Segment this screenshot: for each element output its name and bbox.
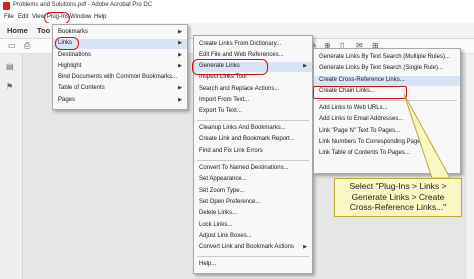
links-item-convert-actions[interactable]: Convert Link and Bookmark Actions ▶ bbox=[194, 243, 312, 253]
links-item-cleanup[interactable]: Cleanup Links And Bookmarks... bbox=[194, 124, 312, 134]
menu-item-label: Add Links to Web URLs... bbox=[319, 105, 388, 111]
menu-item-label: Pages bbox=[58, 97, 76, 103]
pdf-icon bbox=[3, 2, 10, 10]
menu-file[interactable]: File bbox=[4, 14, 14, 20]
title-bar: Problems and Solutions.pdf - Adobe Acrob… bbox=[0, 0, 474, 12]
menu-item-label: Highlight bbox=[58, 63, 82, 69]
print-icon[interactable]: ⎙ bbox=[24, 41, 30, 51]
menu-item-label: Generate Links By Text Search (Multiple … bbox=[319, 54, 450, 60]
tools-tab[interactable]: Too bbox=[37, 26, 50, 35]
menu-item-label: Convert To Named Destinations... bbox=[199, 165, 289, 171]
menu-item-label: Import From Text... bbox=[199, 97, 250, 103]
links-item-help[interactable]: Help... bbox=[194, 260, 312, 270]
plugins-menu-item-highlight[interactable]: Highlight ▶ bbox=[53, 62, 187, 72]
menu-item-label: Convert Link and Bookmark Actions bbox=[199, 244, 295, 250]
menu-item-label: Bookmarks bbox=[58, 29, 89, 35]
links-item-convert-named-destinations[interactable]: Convert To Named Destinations... bbox=[194, 164, 312, 174]
links-item-find-fix-errors[interactable]: Find and Fix Link Errors bbox=[194, 147, 312, 157]
links-item-import-from-text[interactable]: Import From Text... bbox=[194, 96, 312, 106]
menu-item-label: Set Appearance... bbox=[199, 176, 247, 182]
menu-item-label: Table of Contents bbox=[58, 85, 105, 91]
generate-item-multiple-rules[interactable]: Generate Links By Text Search (Multiple … bbox=[314, 53, 460, 63]
submenu-arrow-icon: ▶ bbox=[178, 40, 182, 46]
menu-item-label: Delete Links... bbox=[199, 210, 238, 216]
menu-view[interactable]: View bbox=[32, 14, 45, 20]
submenu-arrow-icon: ▶ bbox=[178, 29, 182, 35]
submenu-arrow-icon: ▶ bbox=[303, 63, 307, 69]
menu-item-label: Export To Text... bbox=[199, 108, 242, 114]
generate-links-annotation-circle bbox=[192, 59, 268, 75]
menu-item-label: Set Zoom Type... bbox=[199, 188, 245, 194]
submenu-arrow-icon: ▶ bbox=[178, 85, 182, 91]
menu-item-label: Bind Documents with Common Bookmarks... bbox=[58, 74, 178, 80]
menu-separator bbox=[197, 160, 309, 161]
submenu-arrow-icon: ▶ bbox=[178, 97, 182, 103]
plugins-menu-item-table-of-contents[interactable]: Table of Contents ▶ bbox=[53, 84, 187, 94]
generate-item-cross-reference-links[interactable]: Create Cross-Reference Links... bbox=[314, 76, 460, 86]
menu-item-label: Set Open Preference... bbox=[199, 199, 261, 205]
submenu-arrow-icon: ▶ bbox=[178, 63, 182, 69]
menu-item-label: Destinations bbox=[58, 52, 92, 58]
window-title: Problems and Solutions.pdf - Adobe Acrob… bbox=[13, 2, 153, 8]
menu-item-label: Generate Links By Text Search (Single Ru… bbox=[319, 65, 443, 71]
menu-item-label: Adjust Link Boxes... bbox=[199, 233, 252, 239]
menu-item-label: Edit File and Web References... bbox=[199, 52, 284, 58]
menu-bar: File Edit View Plug-Ins Window Help bbox=[0, 12, 474, 23]
submenu-arrow-icon: ▶ bbox=[303, 244, 307, 250]
links-item-export-to-text[interactable]: Export To Text... bbox=[194, 107, 312, 117]
menu-help[interactable]: Help bbox=[94, 14, 106, 20]
links-annotation-circle bbox=[55, 37, 79, 50]
plugins-menu-item-destinations[interactable]: Destinations ▶ bbox=[53, 51, 187, 61]
links-item-set-open-preference[interactable]: Set Open Preference... bbox=[194, 198, 312, 208]
links-item-set-zoom-type[interactable]: Set Zoom Type... bbox=[194, 187, 312, 197]
menu-edit[interactable]: Edit bbox=[18, 14, 28, 20]
plugins-menu-item-bind-documents[interactable]: Bind Documents with Common Bookmarks... bbox=[53, 73, 187, 83]
menu-separator bbox=[197, 120, 309, 121]
menu-separator bbox=[197, 256, 309, 257]
callout-text: Select "Plug-Ins > Links > Generate Link… bbox=[349, 181, 447, 212]
left-navigation-panel: ▤ ⚑ bbox=[0, 54, 23, 279]
links-item-create-from-dictionary[interactable]: Create Links From Dictionary... bbox=[194, 40, 312, 50]
menu-item-label: Create Cross-Reference Links... bbox=[319, 77, 405, 83]
links-item-set-appearance[interactable]: Set Appearance... bbox=[194, 175, 312, 185]
page-thumbnails-icon[interactable]: ▤ bbox=[6, 62, 14, 71]
links-item-report[interactable]: Create Link and Bookmark Report... bbox=[194, 135, 312, 145]
instruction-callout: Select "Plug-Ins > Links > Generate Link… bbox=[334, 178, 462, 217]
generate-item-single-rule[interactable]: Generate Links By Text Search (Single Ru… bbox=[314, 64, 460, 74]
menu-item-label: Find and Fix Link Errors bbox=[199, 148, 263, 154]
menu-item-label: Help... bbox=[199, 261, 217, 267]
callout-pointer-shape bbox=[403, 93, 451, 179]
links-item-adjust-link-boxes[interactable]: Adjust Link Boxes... bbox=[194, 232, 312, 242]
menu-item-label: Create Link and Bookmark Report... bbox=[199, 136, 295, 142]
bookmarks-panel-icon[interactable]: ⚑ bbox=[6, 82, 13, 91]
callout-pointer bbox=[403, 93, 451, 179]
menu-item-label: Cleanup Links And Bookmarks... bbox=[199, 125, 286, 131]
links-item-search-replace[interactable]: Search and Replace Actions... bbox=[194, 85, 312, 95]
plugins-menu-item-pages[interactable]: Pages ▶ bbox=[53, 96, 187, 106]
menu-item-label: Search and Replace Actions... bbox=[199, 86, 280, 92]
links-item-lock-links[interactable]: Lock Links... bbox=[194, 221, 312, 231]
save-icon[interactable]: ▭ bbox=[8, 41, 16, 50]
menu-item-label: Create Links From Dictionary... bbox=[199, 41, 282, 47]
links-item-delete-links[interactable]: Delete Links... bbox=[194, 209, 312, 219]
submenu-arrow-icon: ▶ bbox=[178, 52, 182, 58]
home-tab[interactable]: Home bbox=[7, 26, 28, 35]
menu-window[interactable]: Window bbox=[70, 14, 91, 20]
menu-item-label: Lock Links... bbox=[199, 222, 233, 228]
